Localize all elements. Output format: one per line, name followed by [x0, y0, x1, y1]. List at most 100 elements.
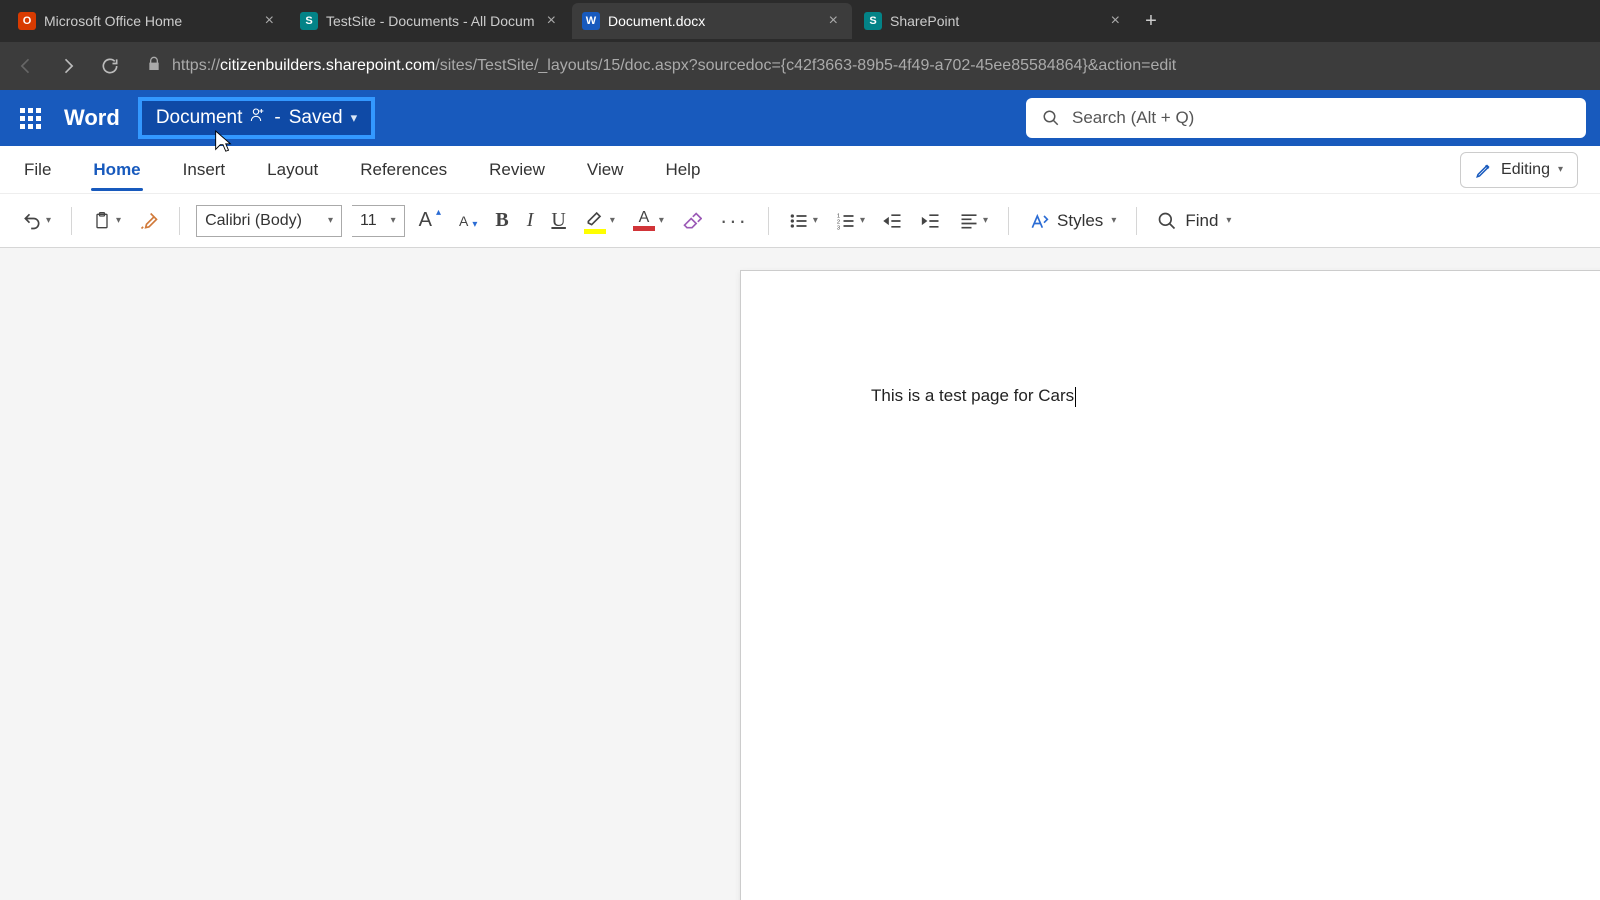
browser-toolbar: https://citizenbuilders.sharepoint.com/s…	[0, 42, 1600, 90]
font-family-select[interactable]: Calibri (Body) ▾	[196, 205, 342, 237]
shrink-font-button[interactable]: A▾	[455, 209, 481, 233]
chevron-down-icon: ▾	[328, 215, 333, 226]
ribbon-tab-help[interactable]: Help	[663, 150, 702, 190]
browser-tab-strip: O Microsoft Office Home × S TestSite - D…	[0, 0, 1600, 42]
person-icon	[250, 107, 266, 126]
styles-icon	[1029, 211, 1049, 231]
chevron-down-icon: ▾	[1558, 164, 1563, 175]
search-input[interactable]: Search (Alt + Q)	[1026, 98, 1586, 138]
search-icon	[1157, 211, 1177, 231]
find-button[interactable]: Find ▾	[1153, 207, 1235, 235]
font-size-select[interactable]: 11 ▾	[352, 205, 405, 237]
format-painter-button[interactable]	[135, 207, 163, 235]
ribbon-tab-view[interactable]: View	[585, 150, 626, 190]
chevron-down-icon: ▾	[351, 110, 358, 126]
app-launcher-button[interactable]	[14, 102, 46, 134]
clear-formatting-button[interactable]	[678, 207, 706, 235]
ribbon-tab-review[interactable]: Review	[487, 150, 547, 190]
arrow-left-icon	[16, 56, 36, 76]
lock-icon	[146, 56, 162, 77]
chevron-down-icon: ▾	[860, 215, 865, 226]
indent-icon	[921, 211, 941, 231]
decrease-indent-button[interactable]	[879, 207, 907, 235]
underline-button[interactable]: U	[547, 205, 569, 236]
highlight-swatch	[584, 229, 606, 234]
numbered-list-icon: 123	[836, 211, 856, 231]
ribbon-tab-insert[interactable]: Insert	[181, 150, 228, 190]
italic-button[interactable]: I	[523, 205, 538, 236]
chevron-down-icon: ▾	[391, 215, 396, 226]
svg-text:3: 3	[837, 225, 840, 231]
undo-button[interactable]: ▾	[18, 207, 55, 235]
styles-button[interactable]: Styles ▾	[1025, 207, 1120, 235]
align-button[interactable]: ▾	[955, 207, 992, 235]
tab-close-icon[interactable]: ×	[261, 12, 278, 30]
ribbon-toolbar: ▾ ▾ Calibri (Body) ▾ 11 ▾ A▴ A▾ B I U ▾ …	[0, 194, 1600, 248]
bullet-list-icon	[789, 211, 809, 231]
document-canvas[interactable]: This is a test page for Cars	[0, 248, 1600, 900]
document-title-button[interactable]: Document - Saved ▾	[138, 97, 375, 139]
favicon-icon: S	[300, 12, 318, 30]
forward-button[interactable]	[54, 52, 82, 80]
more-formatting-button[interactable]: ···	[716, 204, 752, 238]
paste-button[interactable]: ▾	[88, 207, 125, 235]
browser-tab[interactable]: S TestSite - Documents - All Docum ×	[290, 3, 570, 39]
tab-close-icon[interactable]: ×	[1107, 12, 1124, 30]
back-button[interactable]	[12, 52, 40, 80]
tab-title: SharePoint	[890, 13, 1099, 29]
grow-font-button[interactable]: A▴	[415, 205, 445, 236]
align-left-icon	[959, 211, 979, 231]
font-color-button[interactable]: A ▾	[629, 207, 668, 235]
ribbon-tab-file[interactable]: File	[22, 150, 53, 190]
search-icon	[1042, 109, 1060, 127]
numbering-button[interactable]: 123 ▾	[832, 207, 869, 235]
pencil-icon	[1475, 161, 1493, 179]
chevron-down-icon: ▾	[1226, 215, 1231, 226]
bullets-button[interactable]: ▾	[785, 207, 822, 235]
chevron-down-icon: ▾	[813, 215, 818, 226]
font-color-swatch	[633, 226, 655, 231]
reload-icon	[100, 56, 120, 76]
tab-title: Microsoft Office Home	[44, 13, 253, 29]
chevron-down-icon: ▾	[983, 215, 988, 226]
address-bar[interactable]: https://citizenbuilders.sharepoint.com/s…	[138, 56, 1588, 77]
ribbon-tab-references[interactable]: References	[358, 150, 449, 190]
browser-tab-active[interactable]: W Document.docx ×	[572, 3, 852, 39]
save-status: Saved	[289, 107, 343, 129]
arrow-right-icon	[58, 56, 78, 76]
chevron-down-icon: ▾	[610, 215, 615, 226]
chevron-down-icon: ▾	[116, 215, 121, 226]
save-status-separator: -	[274, 107, 280, 129]
editing-mode-button[interactable]: Editing ▾	[1460, 152, 1578, 188]
browser-tab[interactable]: O Microsoft Office Home ×	[8, 3, 288, 39]
document-body-text[interactable]: This is a test page for Cars	[871, 386, 1074, 406]
chevron-down-icon: ▾	[1111, 215, 1116, 226]
search-placeholder: Search (Alt + Q)	[1072, 108, 1194, 128]
word-brand-label: Word	[64, 105, 120, 131]
tab-close-icon[interactable]: ×	[543, 12, 560, 30]
tab-close-icon[interactable]: ×	[825, 12, 842, 30]
highlight-color-button[interactable]: ▾	[580, 204, 619, 238]
highlighter-icon	[585, 208, 605, 228]
favicon-icon: W	[582, 12, 600, 30]
favicon-icon: O	[18, 12, 36, 30]
reload-button[interactable]	[96, 52, 124, 80]
bold-button[interactable]: B	[491, 205, 512, 236]
document-page[interactable]: This is a test page for Cars	[740, 270, 1600, 900]
eraser-icon	[682, 211, 702, 231]
chevron-down-icon: ▾	[46, 215, 51, 226]
word-header-bar: Word Document - Saved ▾ Search (Alt + Q)	[0, 90, 1600, 146]
tab-title: Document.docx	[608, 13, 817, 29]
browser-tab[interactable]: S SharePoint ×	[854, 3, 1134, 39]
text-cursor-icon	[1075, 387, 1076, 407]
favicon-icon: S	[864, 12, 882, 30]
ribbon-tab-strip: File Home Insert Layout References Revie…	[0, 146, 1600, 194]
ribbon-tab-home[interactable]: Home	[91, 150, 142, 190]
paintbrush-icon	[139, 211, 159, 231]
clipboard-icon	[92, 211, 112, 231]
new-tab-button[interactable]: +	[1136, 6, 1166, 36]
ribbon-tab-layout[interactable]: Layout	[265, 150, 320, 190]
increase-indent-button[interactable]	[917, 207, 945, 235]
outdent-icon	[883, 211, 903, 231]
undo-icon	[22, 211, 42, 231]
